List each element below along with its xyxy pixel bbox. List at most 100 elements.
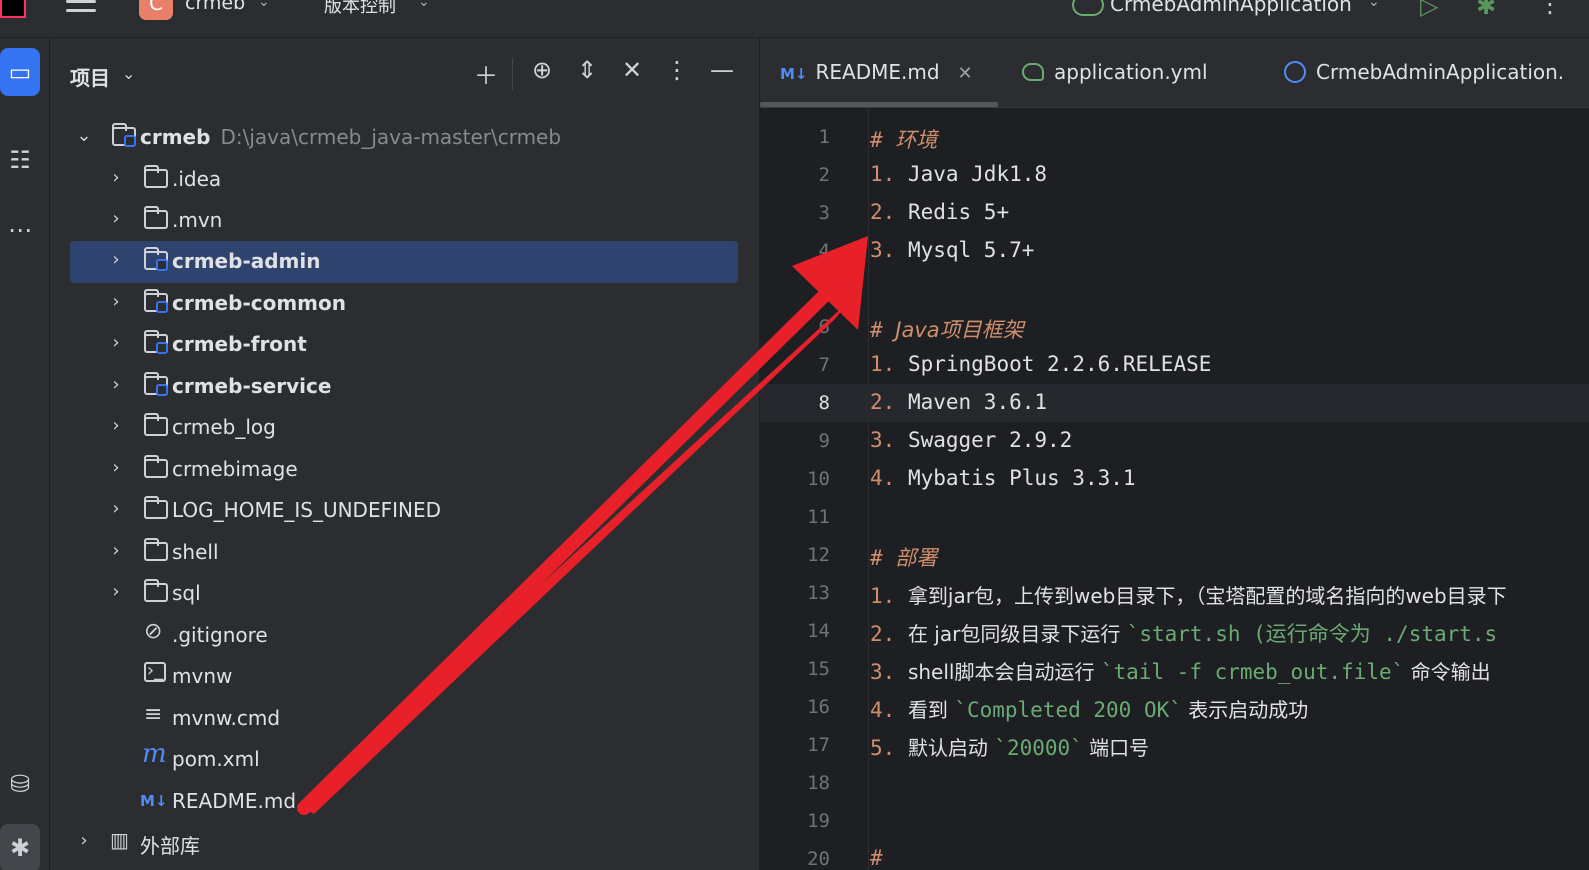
editor-line[interactable]: 8 2. Maven 3.6.1 [760,384,1589,422]
close-icon[interactable]: ✕ [958,63,973,84]
module-folder-icon [144,372,168,396]
locate-file-icon[interactable]: ⊕ [526,56,558,84]
markdown-heading-text: 部署 [895,546,938,570]
list-text: Swagger 2.9.2 [907,428,1073,452]
editor-lines[interactable]: 1 # 环境 2 1. Java Jdk1.8 3 2. Redis 5+ 4 3. Mysq… [760,108,1589,870]
tree-item[interactable]: ›_ mvnw [70,656,738,698]
editor-line[interactable]: 15 3. shell脚本会自动运行 `tail -f crmeb_out.fil… [760,650,1589,688]
chevron-right-icon[interactable]: › [106,249,126,270]
tree-item[interactable]: › shell [70,532,738,574]
chevron-right-icon[interactable]: › [106,581,126,602]
line-text: 4. 看到 `Completed 200 OK` 表示启动成功 [870,694,1308,723]
project-tool-folder-icon[interactable]: ▭ [0,48,40,96]
more-actions-icon[interactable]: ⋮ [1538,0,1562,18]
list-marker: 1. [870,584,908,608]
project-switcher[interactable]: crmeb [185,0,245,14]
tab-crmeb-admin-application[interactable]: CrmebAdminApplication. [1284,60,1564,90]
inline-code: `start.sh (运行命令为 ./start.s [1126,622,1498,646]
tree-item-label: crmebimage [172,457,298,481]
chevron-down-icon[interactable]: ⌄ [74,125,94,146]
editor-line[interactable]: 14 2. 在 jar包同级目录下运行 `start.sh (运行命令为 ./st… [760,612,1589,650]
expand-all-icon[interactable]: ⇕ [571,56,603,84]
tree-item[interactable]: › crmebimage [70,449,738,491]
vcs-menu[interactable]: 版本控制 [324,0,396,18]
chevron-down-icon[interactable]: ⌄ [258,0,270,10]
editor-line[interactable]: 4 3. Mysql 5.7+ [760,232,1589,270]
chevron-right-icon[interactable]: › [106,415,126,436]
editor-line[interactable]: 19 [760,802,1589,840]
editor-line[interactable]: 13 1. 拿到jar包，上传到web目录下，（宝塔配置的域名指向的web目录下 [760,574,1589,612]
tab-readme[interactable]: M↓ README.md ✕ [780,60,973,90]
chevron-down-icon[interactable]: ⌄ [122,64,135,83]
toolbar-divider [512,58,513,90]
tree-item[interactable]: › crmeb-common [70,283,738,325]
list-text: Mysql 5.7+ [907,238,1035,262]
chevron-down-icon[interactable]: ⌄ [418,0,430,10]
add-icon[interactable]: ＋ [470,56,502,91]
inline-code: `tail -f crmeb_out.file` [1100,660,1405,684]
hide-panel-icon[interactable]: — [706,56,738,84]
tree-item[interactable]: › .mvn [70,200,738,242]
chevron-right-icon[interactable]: › [74,830,94,851]
editor-line[interactable]: 5 [760,270,1589,308]
chevron-right-icon[interactable]: › [106,498,126,519]
project-badge[interactable]: C [139,0,173,20]
tree-item[interactable]: › crmeb-front [70,324,738,366]
editor-line[interactable]: 17 5. 默认启动 `20000` 端口号 [760,726,1589,764]
chevron-right-icon[interactable]: › [106,332,126,353]
tab-application-yml[interactable]: application.yml [1022,60,1208,90]
tree-item[interactable]: › sql [70,573,738,615]
editor-line[interactable]: 12 # 部署 [760,536,1589,574]
tree-item-external-libraries[interactable]: › ▥ 外部库 [70,822,738,864]
chevron-right-icon[interactable]: › [106,208,126,229]
tree-item-selected[interactable]: › crmeb-admin [70,241,738,283]
chevron-right-icon[interactable]: › [106,457,126,478]
editor-line[interactable]: 9 3. Swagger 2.9.2 [760,422,1589,460]
tab-label: README.md [815,60,940,84]
run-configuration-selector[interactable]: CrmebAdminApplication [1110,0,1352,16]
editor-line[interactable]: 6 # Java项目框架 [760,308,1589,346]
debug-icon[interactable]: ✱ [1476,0,1496,20]
database-icon[interactable]: ⛁ [0,760,40,808]
collapse-all-icon[interactable]: ✕ [616,56,648,84]
more-tools-icon[interactable]: ⋯ [0,206,40,254]
tree-item[interactable]: ≡ mvnw.cmd [70,698,738,740]
editor-line[interactable]: 7 1. SpringBoot 2.2.6.RELEASE [760,346,1589,384]
chevron-right-icon[interactable]: › [106,374,126,395]
run-icon[interactable]: ▷ [1420,0,1438,20]
editor-line[interactable]: 1 # 环境 [760,118,1589,156]
editor-line[interactable]: 3 2. Redis 5+ [760,194,1589,232]
editor-line[interactable]: 11 [760,498,1589,536]
chevron-right-icon[interactable]: › [106,540,126,561]
editor-line[interactable]: 2 1. Java Jdk1.8 [760,156,1589,194]
project-panel-header: 项目 ⌄ ＋ ⊕ ⇕ ✕ ⋮ — [50,38,760,112]
tree-item[interactable]: ⊘ .gitignore [70,615,738,657]
list-text-tail: 端口号 [1082,736,1150,760]
editor-line[interactable]: 20 # [760,840,1589,870]
tree-item[interactable]: › crmeb_log [70,407,738,449]
chevron-right-icon[interactable]: › [106,167,126,188]
debug-tool-icon[interactable]: ✱ [0,824,40,870]
tree-item[interactable]: M↓ README.md [70,781,738,823]
options-icon[interactable]: ⋮ [661,56,693,84]
tree-item[interactable]: › .idea [70,159,738,201]
list-text-tail: 命令输出 [1404,660,1491,684]
line-number: 19 [807,810,830,832]
structure-icon[interactable]: ☷ [0,136,40,184]
editor-line[interactable]: 10 4. Mybatis Plus 3.3.1 [760,460,1589,498]
maven-icon: m [142,739,167,769]
main-menu-icon[interactable] [66,0,96,20]
chevron-down-icon[interactable]: ⌄ [1368,0,1380,10]
editor-line[interactable]: 18 [760,764,1589,802]
tree-item-label: README.md [172,789,297,813]
tree-item[interactable]: › crmeb-service [70,366,738,408]
tree-item-label: pom.xml [172,747,260,771]
editor-line[interactable]: 16 4. 看到 `Completed 200 OK` 表示启动成功 [760,688,1589,726]
tree-root-crmeb[interactable]: ⌄ crmeb D:\java\crmeb_java-master\crmeb [70,117,738,159]
tree-item[interactable]: m pom.xml [70,739,738,781]
ide-logo-icon[interactable] [0,0,26,18]
chevron-right-icon[interactable]: › [106,291,126,312]
tree-item[interactable]: › LOG_HOME_IS_UNDEFINED [70,490,738,532]
project-panel-title[interactable]: 项目 [70,62,110,91]
tree-item-label: crmeb-front [172,332,307,356]
